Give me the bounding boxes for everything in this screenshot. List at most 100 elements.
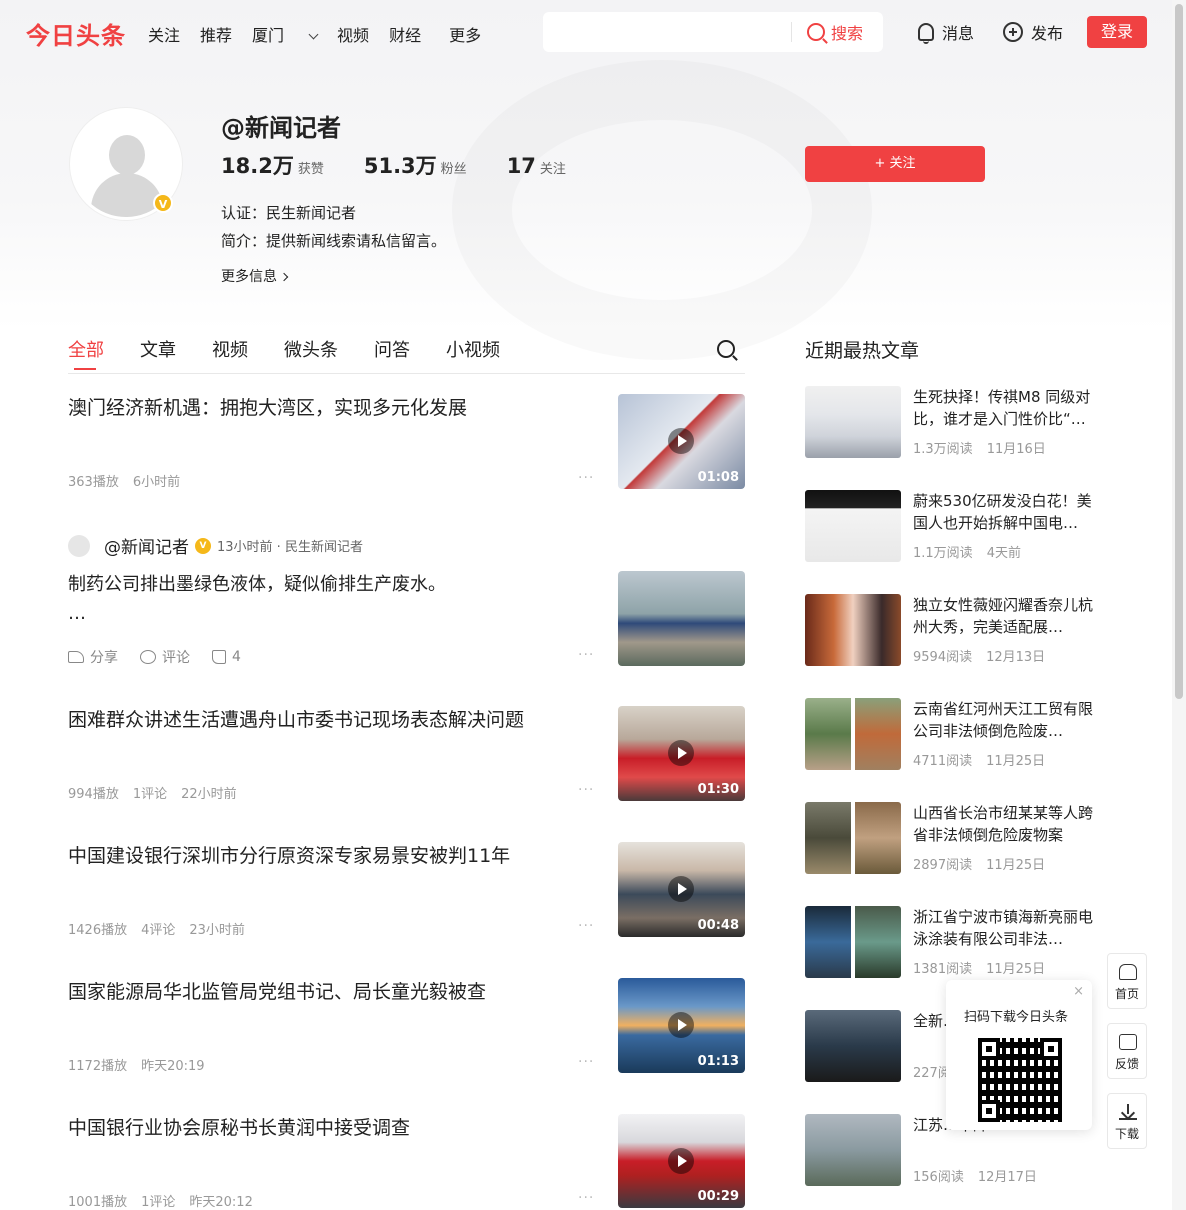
nav-follow[interactable]: 关注 [148, 22, 180, 46]
post-image[interactable] [618, 571, 745, 666]
hot-article-image[interactable] [805, 906, 901, 978]
stat-fans[interactable]: 51.3万 粉丝 [364, 150, 467, 180]
video-thumbnail[interactable]: 00:48 [618, 842, 745, 937]
more-options-icon[interactable]: ··· [578, 647, 594, 663]
video-thumbnail[interactable]: 00:29 [618, 1114, 745, 1208]
tab-articles[interactable]: 文章 [140, 336, 176, 362]
tab-short-videos[interactable]: 小视频 [446, 336, 500, 362]
hot-article-image[interactable] [805, 490, 901, 562]
scrollbar-thumb[interactable] [1175, 4, 1183, 699]
nav-finance[interactable]: 财经 [389, 22, 421, 46]
author-name[interactable]: @新闻记者 [104, 533, 189, 558]
search-box: 搜索 [543, 12, 883, 52]
post-time: 13小时前 · 民生新闻记者 [217, 540, 363, 555]
video-duration: 01:08 [697, 470, 739, 485]
hot-article-item[interactable]: 生死抉择！传祺M8 同级对比，谁才是入门性价比“… 1.3万阅读 11月16日 [805, 386, 1105, 458]
bell-icon [918, 23, 934, 44]
video-thumbnail[interactable]: 01:08 [618, 394, 745, 489]
video-thumbnail[interactable]: 01:13 [618, 978, 745, 1073]
video-duration: 00:48 [697, 918, 739, 933]
hot-article-image[interactable] [805, 594, 901, 666]
chevron-down-icon [308, 29, 319, 40]
content-tabs: 全部 文章 视频 微头条 问答 小视频 [68, 336, 745, 374]
feed-item-video[interactable]: 澳门经济新机遇：拥抱大湾区，实现多元化发展 363播放 6小时前 ··· 01:0… [68, 394, 745, 490]
feed-title[interactable]: 困难群众讲述生活遭遇舟山市委书记现场表态解决问题 [68, 706, 588, 734]
play-icon [668, 740, 694, 766]
more-options-icon[interactable]: ··· [578, 782, 594, 798]
toutiao-logo[interactable]: 今日头条 [26, 16, 126, 51]
avatar[interactable] [68, 534, 90, 557]
tab-weitoutiao[interactable]: 微头条 [284, 336, 338, 362]
login-button[interactable]: 登录 [1087, 16, 1147, 48]
search-icon [807, 23, 825, 41]
nav-xiamen[interactable]: 厦门 [252, 22, 319, 46]
page-scrollbar[interactable] [1172, 0, 1186, 1210]
feed-title[interactable]: 国家能源局华北监管局党组书记、局长童光毅被查 [68, 978, 588, 1006]
hot-article-title[interactable]: 浙江省宁波市镇海新亮丽电泳涂装有限公司非法… [913, 906, 1103, 950]
hot-article-item[interactable]: 独立女性薇娅闪耀香奈儿杭州大秀，完美适配展… 9594阅读 12月13日 [805, 594, 1105, 666]
hot-article-image[interactable] [805, 698, 901, 770]
like-button[interactable]: 4 [212, 647, 241, 667]
post-text[interactable]: 制药公司排出墨绿色液体，疑似偷排生产废水。 [68, 571, 588, 599]
post-ellipsis[interactable]: … [68, 603, 86, 624]
hot-article-item[interactable]: 浙江省宁波市镇海新亮丽电泳涂装有限公司非法… 1381阅读 11月25日 [805, 906, 1105, 978]
profile-stats: 18.2万 获赞 51.3万 粉丝 17 关注 [221, 150, 606, 180]
follow-button[interactable]: + 关注 [805, 146, 985, 182]
feed-item-video[interactable]: 中国银行业协会原秘书长黄润中接受调查 1001播放 1评论 昨天20:12 ··· … [68, 1114, 745, 1210]
tab-videos[interactable]: 视频 [212, 336, 248, 362]
post-author[interactable]: @新闻记者 V 13小时前 · 民生新闻记者 [68, 533, 363, 558]
feed-item-video[interactable]: 中国建设银行深圳市分行原资深专家易景安被判11年 1426播放 4评论 23小时前 … [68, 842, 745, 938]
more-options-icon[interactable]: ··· [578, 1190, 594, 1206]
more-options-icon[interactable]: ··· [578, 1054, 594, 1070]
hot-article-title[interactable]: 云南省红河州天江工贸有限公司非法倾倒危险废… [913, 698, 1103, 742]
post-actions: 分享 评论 4 [68, 647, 263, 667]
close-icon[interactable]: × [1073, 984, 1084, 999]
feed-title[interactable]: 中国银行业协会原秘书长黄润中接受调查 [68, 1114, 588, 1142]
feed-item-post[interactable]: @新闻记者 V 13小时前 · 民生新闻记者 制药公司排出墨绿色液体，疑似偷排生… [68, 533, 745, 667]
hot-article-meta: 1381阅读 11月25日 [913, 962, 1046, 977]
messages-button[interactable]: 消息 [918, 20, 974, 44]
home-button[interactable]: 首页 [1107, 953, 1147, 1009]
nav-video[interactable]: 视频 [337, 22, 369, 46]
download-button[interactable]: 下载 [1107, 1093, 1147, 1149]
tab-all[interactable]: 全部 [68, 336, 104, 370]
hot-article-meta: 1.3万阅读 11月16日 [913, 442, 1046, 457]
hot-article-item[interactable]: 云南省红河州天江工贸有限公司非法倾倒危险废… 4711阅读 11月25日 [805, 698, 1105, 770]
search-input[interactable] [553, 20, 783, 44]
nav-recommend[interactable]: 推荐 [200, 22, 232, 46]
share-icon [68, 651, 84, 663]
more-options-icon[interactable]: ··· [578, 918, 594, 934]
chevron-right-icon [279, 272, 289, 282]
hot-article-image[interactable] [805, 802, 901, 874]
thumbs-up-icon [212, 650, 226, 664]
more-info-link[interactable]: 更多信息 [221, 266, 289, 286]
feed-item-video[interactable]: 困难群众讲述生活遭遇舟山市委书记现场表态解决问题 994播放 1评论 22小时前 ·… [68, 706, 745, 802]
qr-label: 扫码下载今日头条 [964, 1010, 1069, 1025]
more-options-icon[interactable]: ··· [578, 470, 594, 486]
tab-qa[interactable]: 问答 [374, 336, 410, 362]
hot-article-title[interactable]: 独立女性薇娅闪耀香奈儿杭州大秀，完美适配展… [913, 594, 1103, 638]
stat-following[interactable]: 17 关注 [507, 154, 566, 178]
search-button[interactable]: 搜索 [807, 20, 863, 44]
feed-title[interactable]: 中国建设银行深圳市分行原资深专家易景安被判11年 [68, 842, 588, 870]
hot-article-title[interactable]: 山西省长治市纽某某等人跨省非法倾倒危险废物案 [913, 802, 1103, 846]
feedback-button[interactable]: 反馈 [1107, 1023, 1147, 1079]
hot-article-meta: 4711阅读 11月25日 [913, 754, 1046, 769]
hot-article-title[interactable]: 生死抉择！传祺M8 同级对比，谁才是入门性价比“… [913, 386, 1103, 430]
publish-button[interactable]: 发布 [1003, 20, 1063, 44]
hot-article-image[interactable] [805, 386, 901, 458]
share-button[interactable]: 分享 [68, 647, 118, 667]
tab-search-icon[interactable] [717, 340, 735, 358]
nav-more[interactable]: 更多 [449, 22, 481, 46]
hot-article-item[interactable]: 山西省长治市纽某某等人跨省非法倾倒危险废物案 2897阅读 11月25日 [805, 802, 1105, 874]
hot-article-image[interactable] [805, 1010, 901, 1082]
play-icon [668, 428, 694, 454]
hot-article-item[interactable]: 蔚来530亿研发没白花！美国人也开始拆解中国电… 1.1万阅读 4天前 [805, 490, 1105, 562]
comment-icon [140, 650, 156, 664]
feed-title[interactable]: 澳门经济新机遇：拥抱大湾区，实现多元化发展 [68, 394, 588, 422]
video-thumbnail[interactable]: 01:30 [618, 706, 745, 801]
comment-button[interactable]: 评论 [140, 647, 190, 667]
hot-article-title[interactable]: 蔚来530亿研发没白花！美国人也开始拆解中国电… [913, 490, 1103, 534]
hot-article-image[interactable] [805, 1114, 901, 1186]
feed-item-video[interactable]: 国家能源局华北监管局党组书记、局长童光毅被查 1172播放 昨天20:19 ···… [68, 978, 745, 1074]
